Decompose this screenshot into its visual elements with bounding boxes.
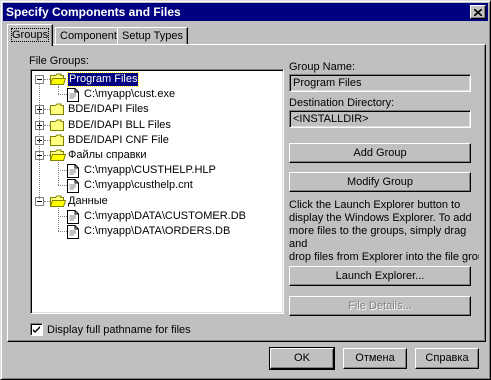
- add-group-button[interactable]: Add Group: [289, 143, 471, 163]
- tree-file-label: C:\myapp\DATA\CUSTOMER.DB: [84, 209, 246, 222]
- tree-group-label: BDE/IDAPI BLL Files: [68, 118, 171, 131]
- tree-file-label: C:\myapp\DATA\ORDERS.DB: [84, 225, 231, 237]
- tree-group-label: BDE/IDAPI Files: [68, 103, 149, 116]
- file-groups-tree[interactable]: Program Files C:\myapp\cust.exe BDE/IDAP…: [30, 69, 284, 314]
- destination-directory-field[interactable]: <INSTALLDIR>: [289, 110, 471, 128]
- checkmark-icon: [33, 326, 40, 333]
- tree-file-label: C:\myapp\CUSTHELP.HLP: [84, 164, 216, 177]
- groups-tab-panel: File Groups: Program Files C:\myapp\cust…: [7, 44, 486, 342]
- help-button[interactable]: Справка: [415, 348, 479, 369]
- tab-setup-types[interactable]: Setup Types: [117, 27, 188, 44]
- launch-explorer-button[interactable]: Launch Explorer...: [289, 266, 471, 286]
- file-icon: [67, 225, 79, 243]
- tree-file-label: C:\myapp\custhelp.cnt: [84, 179, 193, 192]
- instructions-text: Click the Launch Explorer button to disp…: [289, 199, 479, 263]
- file-groups-label: File Groups:: [29, 55, 89, 67]
- cancel-button[interactable]: Отмена: [343, 348, 407, 369]
- tree-group-label: Данные: [68, 194, 108, 207]
- expand-toggle-icon[interactable]: [35, 75, 44, 84]
- full-pathname-label: Display full pathname for files: [47, 324, 191, 336]
- tab-groups[interactable]: Groups: [7, 24, 54, 46]
- tree-group-label: BDE/IDAPI CNF File: [68, 133, 169, 146]
- window-title: Specify Components and Files: [6, 5, 181, 19]
- title-bar[interactable]: Specify Components and Files: [3, 3, 488, 21]
- destination-directory-label: Destination Directory:: [289, 97, 395, 109]
- ok-button[interactable]: OK: [269, 347, 335, 370]
- dialog-window: Specify Components and Files Groups Comp…: [0, 0, 491, 380]
- tree-file-label: C:\myapp\cust.exe: [84, 88, 176, 101]
- close-icon: [474, 8, 482, 16]
- modify-group-button[interactable]: Modify Group: [289, 172, 471, 192]
- tree-group-label: Program Files: [66, 72, 140, 87]
- group-name-field[interactable]: Program Files: [289, 74, 471, 92]
- group-name-label: Group Name:: [289, 61, 356, 73]
- close-button[interactable]: [470, 5, 486, 19]
- tree-group-label: Файлы справки: [68, 149, 147, 161]
- full-pathname-checkbox[interactable]: [30, 323, 43, 336]
- file-details-button[interactable]: File Details...: [289, 296, 471, 316]
